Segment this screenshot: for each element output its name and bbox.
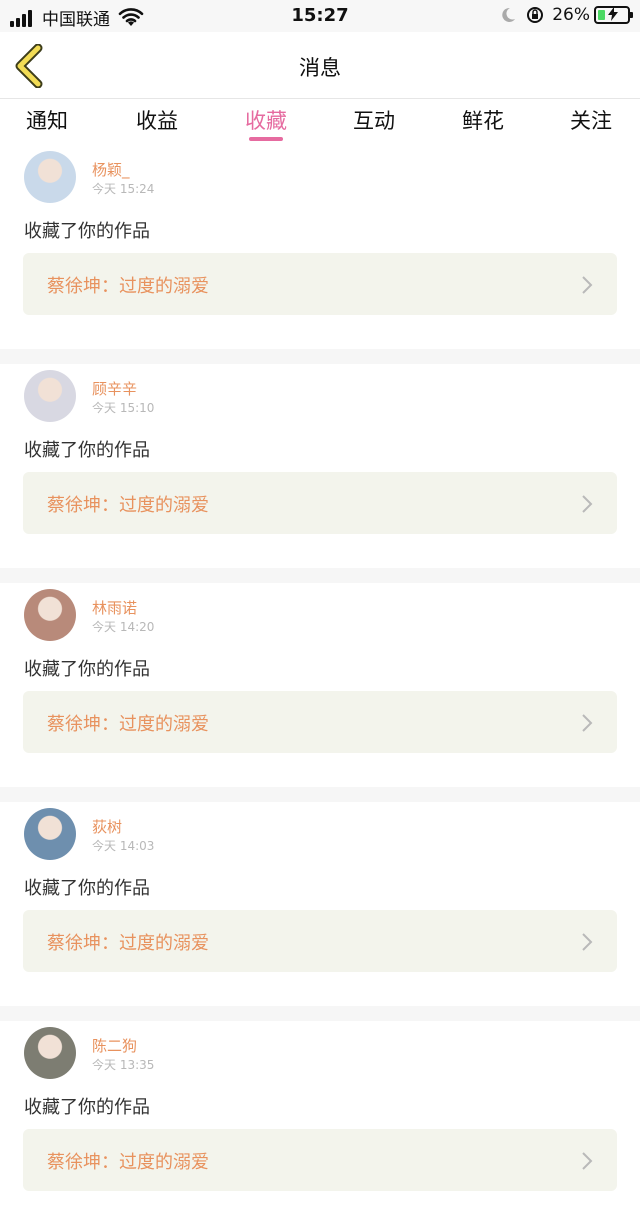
divider (0, 349, 640, 364)
avatar[interactable] (24, 1027, 76, 1079)
chevron-right-icon (582, 933, 593, 951)
work-title: 蔡徐坤：过度的溺爱 (47, 276, 209, 297)
avatar[interactable] (24, 370, 76, 422)
tab-notice[interactable]: 通知 (7, 105, 87, 135)
chevron-right-icon (582, 1152, 593, 1170)
chevron-right-icon (582, 714, 593, 732)
work-title: 蔡徐坤：过度的溺爱 (47, 933, 209, 954)
tab-interaction[interactable]: 互动 (334, 105, 414, 135)
tab-earnings[interactable]: 收益 (117, 105, 197, 135)
divider (0, 1006, 640, 1021)
tab-favorites[interactable]: 收藏 (226, 105, 306, 135)
list-item: 顾辛辛 今天 15:10 收藏了你的作品 蔡徐坤：过度的溺爱 (0, 364, 640, 568)
user-name[interactable]: 顾辛辛 (92, 378, 137, 399)
chevron-right-icon (582, 495, 593, 513)
action-text: 收藏了你的作品 (24, 878, 150, 899)
user-name[interactable]: 杨颖_ (92, 159, 130, 180)
timestamp: 今天 13:35 (92, 1058, 155, 1072)
list-item: 杨颖_ 今天 15:24 收藏了你的作品 蔡徐坤：过度的溺爱 (0, 145, 640, 349)
action-text: 收藏了你的作品 (24, 221, 150, 242)
battery-percent: 26% (552, 5, 590, 25)
list-item: 林雨诺 今天 14:20 收藏了你的作品 蔡徐坤：过度的溺爱 (0, 583, 640, 787)
notification-list: 杨颖_ 今天 15:24 收藏了你的作品 蔡徐坤：过度的溺爱 顾辛辛 今天 15… (0, 145, 640, 1225)
navigation-bar: 消息 (0, 32, 640, 98)
divider (0, 568, 640, 583)
page-title: 消息 (299, 56, 341, 80)
work-card[interactable]: 蔡徐坤：过度的溺爱 (23, 910, 617, 972)
timestamp: 今天 15:24 (92, 182, 155, 196)
work-card[interactable]: 蔡徐坤：过度的溺爱 (23, 691, 617, 753)
active-tab-indicator (249, 137, 283, 141)
action-text: 收藏了你的作品 (24, 659, 150, 680)
status-bar: 中国联通 15:27 26% (0, 0, 640, 32)
work-card[interactable]: 蔡徐坤：过度的溺爱 (23, 472, 617, 534)
chevron-right-icon (582, 276, 593, 294)
list-item: 陈二狗 今天 13:35 收藏了你的作品 蔡徐坤：过度的溺爱 (0, 1021, 640, 1225)
work-title: 蔡徐坤：过度的溺爱 (47, 495, 209, 516)
timestamp: 今天 14:20 (92, 620, 155, 634)
moon-icon (502, 7, 516, 22)
tab-following[interactable]: 关注 (551, 105, 631, 135)
work-title: 蔡徐坤：过度的溺爱 (47, 1152, 209, 1173)
tab-bar: 通知 收益 收藏 互动 鲜花 关注 (0, 99, 640, 145)
rotation-lock-icon (527, 7, 544, 23)
avatar[interactable] (24, 151, 76, 203)
action-text: 收藏了你的作品 (24, 440, 150, 461)
avatar[interactable] (24, 589, 76, 641)
user-name[interactable]: 林雨诺 (92, 597, 137, 618)
action-text: 收藏了你的作品 (24, 1097, 150, 1118)
user-name[interactable]: 荻树 (92, 816, 122, 837)
list-item: 荻树 今天 14:03 收藏了你的作品 蔡徐坤：过度的溺爱 (0, 802, 640, 1006)
tab-flowers[interactable]: 鲜花 (443, 105, 523, 135)
work-card[interactable]: 蔡徐坤：过度的溺爱 (23, 1129, 617, 1191)
work-card[interactable]: 蔡徐坤：过度的溺爱 (23, 253, 617, 315)
timestamp: 今天 14:03 (92, 839, 155, 853)
battery-icon (594, 6, 633, 24)
avatar[interactable] (24, 808, 76, 860)
work-title: 蔡徐坤：过度的溺爱 (47, 714, 209, 735)
user-name[interactable]: 陈二狗 (92, 1035, 137, 1056)
timestamp: 今天 15:10 (92, 401, 155, 415)
divider (0, 787, 640, 802)
